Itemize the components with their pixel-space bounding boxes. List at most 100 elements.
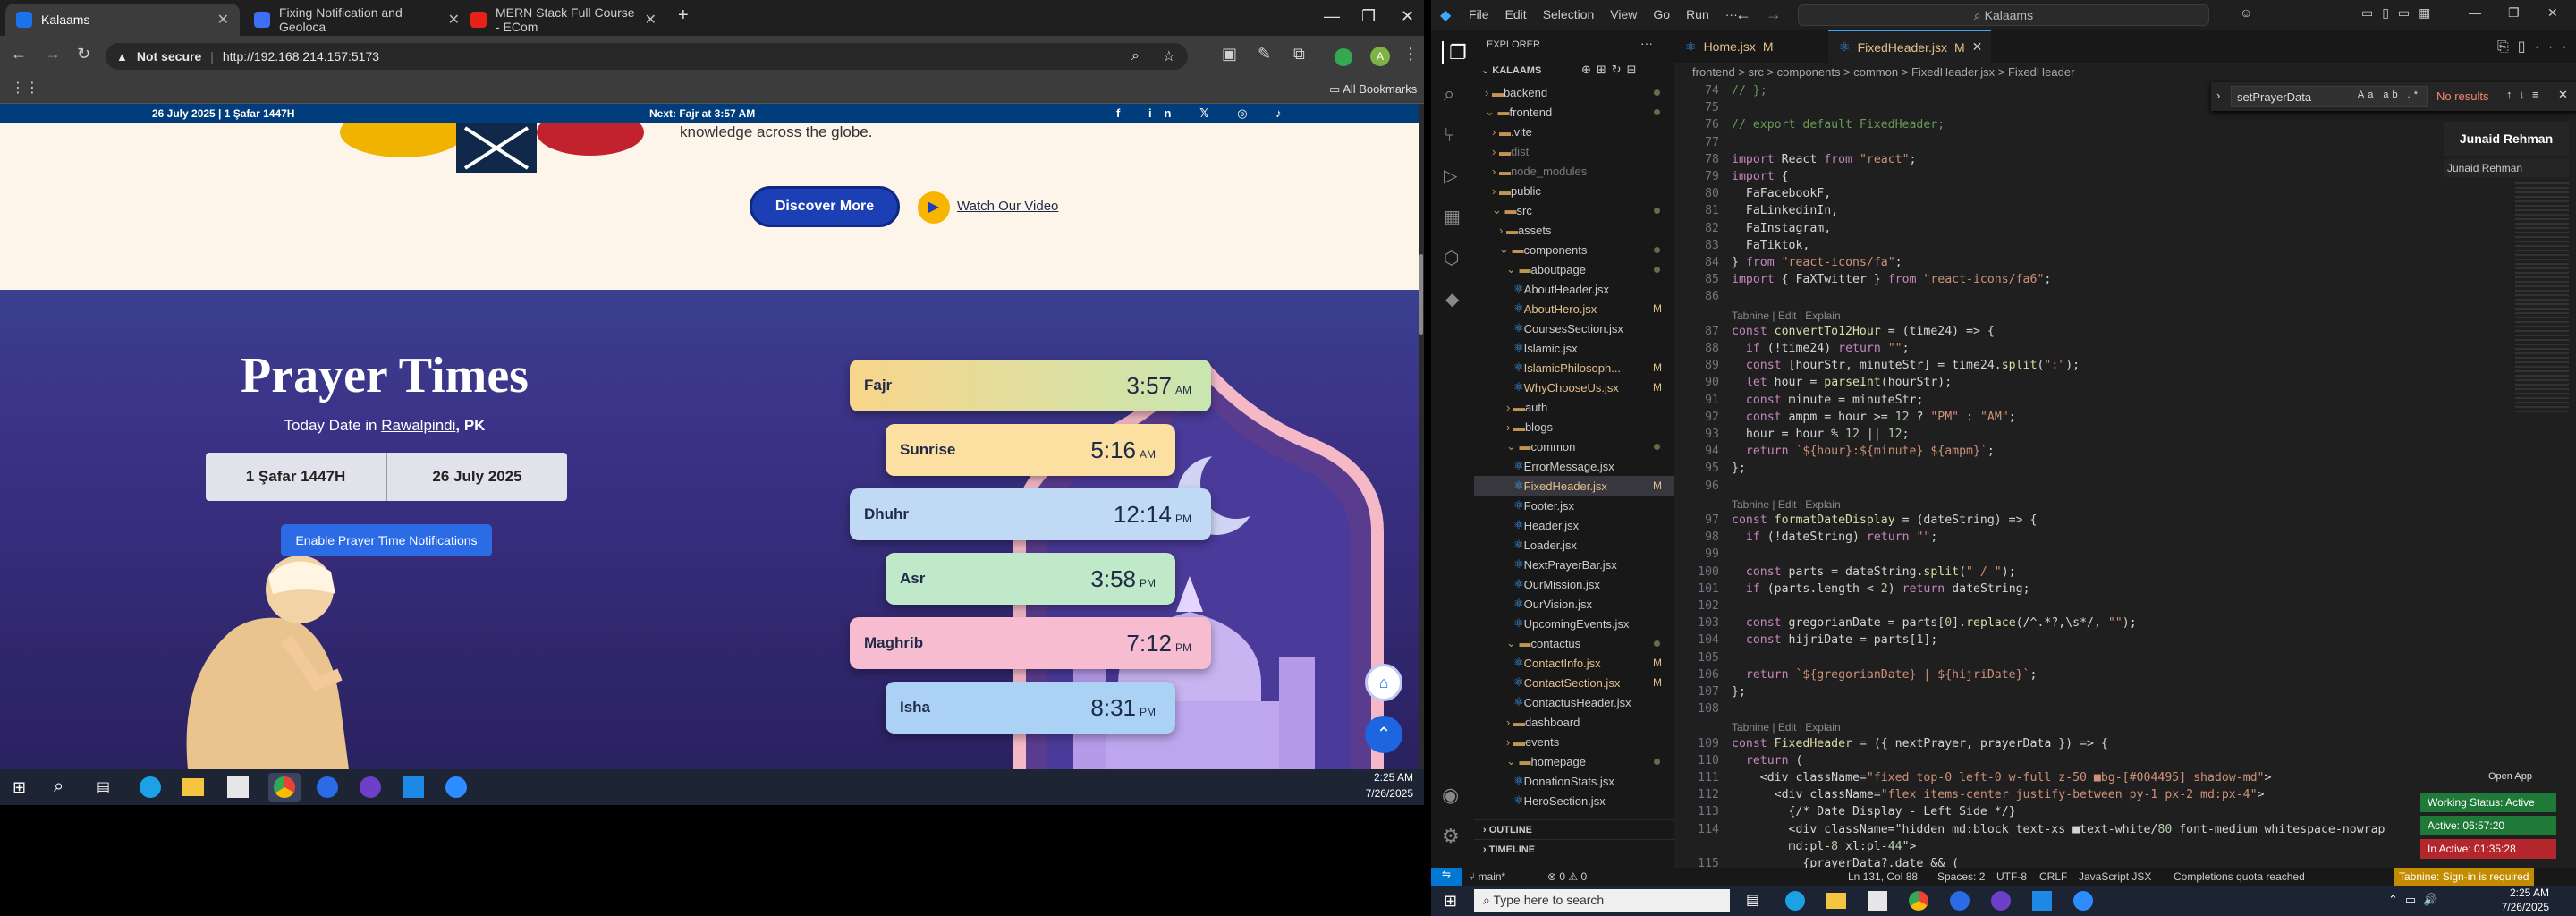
code-line[interactable]: return `${hour}:${minute} ${ampm}`; (1732, 443, 1995, 460)
code-editor[interactable]: 74 // }; 75 76 // export default FixedHeader… (1674, 82, 2576, 886)
code-line[interactable]: if (!dateString) return ""; (1732, 529, 1937, 546)
chat-widget-icon[interactable]: ⌂ (1365, 664, 1402, 701)
menu-item[interactable]: Go (1653, 7, 1670, 21)
run-debug-icon[interactable]: ▷ (1444, 165, 1457, 187)
code-line[interactable]: const ampm = hour >= 12 ? "PM" : "AM"; (1732, 409, 2016, 426)
menu-item[interactable]: Run (1686, 7, 1709, 21)
forward-icon[interactable]: → (45, 45, 61, 64)
watch-video-link[interactable]: Watch Our Video (957, 199, 1058, 214)
task-view-icon[interactable]: ▤ (1746, 891, 1759, 909)
code-line[interactable]: const minute = minuteStr; (1732, 392, 1924, 409)
root-folder[interactable]: ⌄ KALAAMS (1481, 64, 1541, 76)
tree-folder[interactable]: ⌄ ▬ contactus (1474, 633, 1674, 653)
vscode-taskbar-icon[interactable] (2032, 891, 2052, 911)
tree-file[interactable]: ⚛ AboutHeader.jsx (1474, 279, 1674, 299)
tree-folder[interactable]: ⌄ ▬ src (1474, 200, 1674, 220)
tabnine-status[interactable]: Tabnine: Sign-in is required (2394, 868, 2535, 886)
code-line[interactable]: <div className="hidden md:block text-xs … (1732, 821, 2385, 838)
nav-back-icon[interactable]: ← (1735, 5, 1751, 24)
open-app-link[interactable]: Open App (2488, 771, 2532, 782)
code-line[interactable]: let hour = parseInt(hourStr); (1732, 374, 1952, 391)
tree-file[interactable]: ⚛ ContactSection.jsx M (1474, 673, 1674, 692)
minimap[interactable] (2515, 182, 2569, 415)
tree-folder[interactable]: › ▬ node_modules (1474, 161, 1674, 181)
explorer-actions-icons[interactable]: ⊕⊞↻⊟ (1581, 63, 1642, 77)
code-line[interactable]: hour = hour % 12 || 12; (1732, 426, 1910, 443)
code-line[interactable]: }; (1732, 460, 1746, 477)
tree-folder[interactable]: › ▬ public (1474, 181, 1674, 200)
breadcrumb[interactable]: frontend > src > components > common > F… (1674, 63, 2576, 82)
code-line[interactable]: } from "react-icons/fa"; (1732, 254, 1902, 271)
tree-folder[interactable]: › ▬ assets (1474, 220, 1674, 240)
code-line[interactable]: import React from "react"; (1732, 151, 1916, 168)
tree-folder[interactable]: › ▬ auth (1474, 397, 1674, 417)
code-line[interactable]: return ( (1732, 752, 1803, 769)
code-line[interactable]: md:pl-8 xl:pl-44"> (1732, 838, 1917, 855)
zoom-icon[interactable] (445, 776, 467, 798)
github-desktop-icon[interactable] (360, 776, 381, 798)
file-explorer-icon[interactable] (1826, 893, 1846, 909)
extension-badge-icon[interactable] (1335, 48, 1352, 66)
chrome-icon[interactable] (1909, 891, 1928, 911)
remote-indicator-icon[interactable]: ⇋ (1431, 868, 1462, 886)
tree-folder[interactable]: › ▬ .vite (1474, 122, 1674, 141)
file-explorer-icon[interactable] (182, 778, 204, 796)
tabnine-icon[interactable]: ◆ (1445, 288, 1459, 310)
line-ending[interactable]: CRLF (2039, 870, 2067, 883)
tree-file[interactable]: ⚛ WhyChooseUs.jsx M (1474, 377, 1674, 397)
nav-forward-icon[interactable]: → (1766, 5, 1782, 24)
close-tab-icon[interactable]: ✕ (448, 11, 460, 29)
editor-actions-icons[interactable]: ⎘▯··· (2497, 38, 2576, 55)
scroll-top-icon[interactable]: ⌃ (1365, 716, 1402, 753)
tree-file[interactable]: ⚛ IslamicPhilosoph... M (1474, 358, 1674, 377)
task-view-icon[interactable]: ▤ (97, 778, 110, 796)
code-line[interactable]: // export default FixedHeader; (1732, 116, 1945, 133)
code-line[interactable]: const FixedHeader = ({ nextPrayer, praye… (1732, 735, 2108, 752)
copilot-icon[interactable]: ☺ (2240, 5, 2252, 20)
tree-file[interactable]: ⚛ ErrorMessage.jsx (1474, 456, 1674, 476)
tree-file[interactable]: ⚛ FixedHeader.jsx M (1474, 476, 1674, 496)
tree-file[interactable]: ⚛ OurMission.jsx (1474, 574, 1674, 594)
not-secure-label[interactable]: Not secure (137, 49, 201, 64)
tree-folder[interactable]: › ▬ dashboard (1474, 712, 1674, 732)
close-window-icon[interactable]: ✕ (1401, 7, 1414, 26)
tree-folder[interactable]: ⌄ ▬ common (1474, 437, 1674, 456)
tree-folder[interactable]: › ▬ blogs (1474, 417, 1674, 437)
tab-fixedheader-jsx[interactable]: ⚛ FixedHeader.jsx M ✕ (1828, 30, 1991, 63)
tree-file[interactable]: ⚛ OurVision.jsx (1474, 594, 1674, 614)
windows-start-icon[interactable]: ⊞ (13, 778, 26, 797)
timeline-section[interactable]: › TIMELINE (1474, 839, 1674, 859)
vscode-taskbar-icon[interactable] (402, 776, 424, 798)
layout-icons[interactable]: ▭▯▭▦ (2361, 5, 2439, 21)
bookmark-star-icon[interactable]: ☆ (1163, 47, 1175, 65)
close-tab-icon[interactable]: ✕ (1972, 39, 1983, 55)
menu-item[interactable]: Edit (1505, 7, 1527, 21)
close-tab-icon[interactable]: ✕ (645, 11, 657, 29)
reload-icon[interactable]: ↻ (77, 45, 90, 64)
url-text[interactable]: http://192.168.214.157:5173 (223, 49, 379, 64)
code-line[interactable]: import { FaXTwitter } from "react-icons/… (1732, 271, 2051, 288)
browser-tab-notification[interactable]: Fixing Notification and Geoloca ✕ (243, 4, 470, 36)
tree-folder[interactable]: › ▬ dist (1474, 141, 1674, 161)
store-icon[interactable] (1868, 891, 1887, 911)
code-line[interactable]: {/* Date Display - Left Side */} (1732, 803, 2016, 820)
find-nav-icons[interactable]: ↑↓≡ (2506, 88, 2546, 101)
tree-folder[interactable]: ⌄ ▬ frontend (1474, 102, 1674, 122)
close-tab-icon[interactable]: ✕ (217, 11, 229, 29)
city-link[interactable]: Rawalpindi (381, 417, 455, 434)
account-icon[interactable]: ◉ (1442, 784, 1459, 807)
tree-folder[interactable]: ⌄ ▬ aboutpage (1474, 259, 1674, 279)
expand-replace-icon[interactable]: › (2216, 89, 2220, 102)
edge-icon[interactable] (140, 776, 161, 798)
close-window-icon[interactable]: ✕ (2547, 5, 2558, 21)
tree-file[interactable]: ⚛ NextPrayerBar.jsx (1474, 555, 1674, 574)
tab-home-jsx[interactable]: ⚛ Home.jsx M (1674, 30, 1828, 63)
settings-gear-icon[interactable]: ⚙ (1442, 825, 1460, 848)
extensions-icon[interactable]: ▦ (1444, 206, 1461, 228)
puzzle-icon[interactable]: ⧉ (1293, 45, 1305, 64)
code-line[interactable]: <div className="fixed top-0 left-0 w-ful… (1732, 769, 2272, 786)
tree-folder[interactable]: › ▬ backend (1474, 82, 1674, 102)
encoding[interactable]: UTF-8 (1996, 870, 2027, 883)
code-line[interactable]: <div className="flex items-center justif… (1732, 786, 2265, 803)
taskbar-search-icon[interactable]: ⌕ (54, 776, 64, 797)
